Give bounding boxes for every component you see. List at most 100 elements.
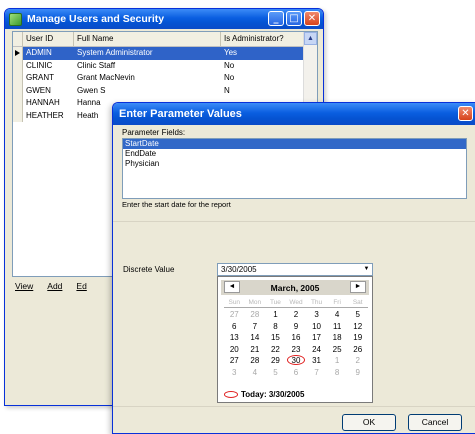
table-row[interactable]: CLINIC Clinic Staff No bbox=[13, 59, 317, 72]
cell-is-admin: Yes bbox=[221, 47, 306, 60]
cell-is-admin: N bbox=[224, 85, 230, 95]
row-selector[interactable] bbox=[13, 47, 23, 60]
column-header-is-admin[interactable]: Is Administrator? bbox=[221, 32, 306, 46]
calendar-day[interactable]: 10 bbox=[306, 321, 327, 333]
calendar-day[interactable]: 28 bbox=[245, 309, 266, 321]
calendar-day[interactable]: 20 bbox=[224, 344, 245, 356]
edit-button[interactable]: Ed bbox=[76, 281, 86, 291]
calendar-day[interactable]: 17 bbox=[306, 332, 327, 344]
users-window-titlebar[interactable]: Manage Users and Security _ □ ✕ bbox=[5, 9, 323, 29]
calendar-day[interactable]: 25 bbox=[327, 344, 348, 356]
date-picker-calendar[interactable]: ◄ March, 2005 ► Sun Mon Tue Wed Thu Fri Sat 27… bbox=[217, 276, 373, 403]
calendar-day[interactable]: 31 bbox=[306, 355, 327, 367]
cell-full-name: Gwen S bbox=[77, 85, 106, 95]
calendar-day[interactable]: 7 bbox=[306, 367, 327, 379]
list-item[interactable]: StartDate bbox=[123, 139, 466, 149]
calendar-day[interactable]: 9 bbox=[286, 321, 307, 333]
calendar-day[interactable]: 22 bbox=[265, 344, 286, 356]
minimize-button[interactable]: _ bbox=[268, 11, 284, 26]
calendar-day[interactable]: 29 bbox=[265, 355, 286, 367]
table-row[interactable]: GRANT Grant MacNevin No bbox=[13, 72, 317, 85]
calendar-day-selected[interactable]: 30 bbox=[286, 355, 307, 367]
cell-is-admin: No bbox=[224, 60, 235, 70]
cell-user-id: GWEN bbox=[26, 85, 51, 95]
cell-full-name: System Administrator bbox=[74, 47, 221, 60]
calendar-day[interactable]: 5 bbox=[347, 309, 368, 321]
calendar-day[interactable]: 12 bbox=[347, 321, 368, 333]
dialog-close-button[interactable]: ✕ bbox=[458, 106, 473, 121]
calendar-day[interactable]: 3 bbox=[306, 309, 327, 321]
calendar-day[interactable]: 28 bbox=[245, 355, 266, 367]
calendar-days-grid: 27 28 1 2 3 4 5 6 7 8 9 10 11 12 13 14 15 16 17 18 19 20 21 22 2… bbox=[224, 309, 368, 378]
calendar-day[interactable]: 26 bbox=[347, 344, 368, 356]
scroll-up-icon[interactable]: ▲ bbox=[304, 32, 317, 45]
weekday-label: Sun bbox=[228, 299, 241, 306]
chevron-down-icon[interactable]: ▼ bbox=[361, 264, 372, 275]
calendar-day[interactable]: 14 bbox=[245, 332, 266, 344]
calendar-day[interactable]: 15 bbox=[265, 332, 286, 344]
param-dialog-titlebar[interactable]: Enter Parameter Values bbox=[113, 103, 475, 125]
calendar-day[interactable]: 6 bbox=[286, 367, 307, 379]
users-table-header: User ID Full Name Is Administrator? bbox=[13, 32, 317, 47]
calendar-day[interactable]: 24 bbox=[306, 344, 327, 356]
next-month-button[interactable]: ► bbox=[350, 281, 366, 293]
row-selector[interactable] bbox=[13, 84, 23, 97]
calendar-day[interactable]: 1 bbox=[327, 355, 348, 367]
table-row[interactable]: ADMIN System Administrator Yes bbox=[13, 47, 317, 60]
parameter-fields-label: Parameter Fields: bbox=[122, 128, 186, 137]
view-button[interactable]: View bbox=[15, 281, 33, 291]
cell-is-admin: No bbox=[224, 73, 235, 82]
today-text: Today: 3/30/2005 bbox=[241, 390, 305, 399]
calendar-day[interactable]: 18 bbox=[327, 332, 348, 344]
parameter-description: Enter the start date for the report bbox=[122, 200, 231, 209]
ok-button[interactable]: OK bbox=[342, 414, 396, 431]
row-selector-header bbox=[13, 32, 23, 46]
row-selector[interactable] bbox=[13, 72, 23, 85]
calendar-day[interactable]: 4 bbox=[245, 367, 266, 379]
column-header-user-id[interactable]: User ID bbox=[23, 32, 74, 46]
calendar-day[interactable]: 8 bbox=[327, 367, 348, 379]
weekday-label: Tue bbox=[269, 299, 281, 306]
list-item[interactable]: Physician bbox=[123, 159, 466, 169]
parameter-fields-list[interactable]: StartDate EndDate Physician bbox=[122, 138, 467, 199]
row-selector[interactable] bbox=[13, 97, 23, 110]
calendar-day[interactable]: 21 bbox=[245, 344, 266, 356]
param-dialog-title: Enter Parameter Values bbox=[119, 108, 242, 120]
calendar-day[interactable]: 27 bbox=[224, 355, 245, 367]
previous-month-button[interactable]: ◄ bbox=[224, 281, 240, 293]
row-selector[interactable] bbox=[13, 109, 23, 122]
calendar-day[interactable]: 8 bbox=[265, 321, 286, 333]
calendar-day[interactable]: 9 bbox=[347, 367, 368, 379]
table-row[interactable]: GWEN Gwen S N bbox=[13, 84, 317, 97]
calendar-day[interactable]: 23 bbox=[286, 344, 307, 356]
weekday-label: Thu bbox=[310, 299, 323, 306]
cell-user-id: HEATHER bbox=[26, 110, 64, 120]
calendar-day[interactable]: 27 bbox=[224, 309, 245, 321]
weekday-label: Wed bbox=[289, 299, 303, 306]
discrete-value-label: Discrete Value bbox=[123, 265, 175, 274]
calendar-day[interactable]: 4 bbox=[327, 309, 348, 321]
cancel-button[interactable]: Cancel bbox=[408, 414, 462, 431]
app-icon bbox=[9, 12, 22, 26]
calendar-day[interactable]: 16 bbox=[286, 332, 307, 344]
maximize-button[interactable]: □ bbox=[286, 11, 302, 26]
enter-parameter-values-dialog: Enter Parameter Values ✕ Parameter Field… bbox=[112, 102, 475, 434]
row-selector[interactable] bbox=[13, 59, 23, 72]
list-item[interactable]: EndDate bbox=[123, 149, 466, 159]
column-header-full-name[interactable]: Full Name bbox=[74, 32, 221, 46]
calendar-day[interactable]: 3 bbox=[224, 367, 245, 379]
calendar-day[interactable]: 5 bbox=[265, 367, 286, 379]
calendar-day[interactable]: 7 bbox=[245, 321, 266, 333]
discrete-value-dropdown[interactable]: 3/30/2005 ▼ bbox=[217, 263, 373, 276]
today-link[interactable]: Today: 3/30/2005 bbox=[224, 390, 304, 399]
calendar-day[interactable]: 11 bbox=[327, 321, 348, 333]
calendar-day[interactable]: 1 bbox=[265, 309, 286, 321]
calendar-day[interactable]: 2 bbox=[347, 355, 368, 367]
calendar-day[interactable]: 2 bbox=[286, 309, 307, 321]
close-button[interactable]: ✕ bbox=[304, 11, 320, 26]
calendar-day[interactable]: 6 bbox=[224, 321, 245, 333]
calendar-day[interactable]: 19 bbox=[347, 332, 368, 344]
users-window-title: Manage Users and Security bbox=[27, 13, 165, 25]
calendar-day[interactable]: 13 bbox=[224, 332, 245, 344]
add-button[interactable]: Add bbox=[47, 281, 62, 291]
